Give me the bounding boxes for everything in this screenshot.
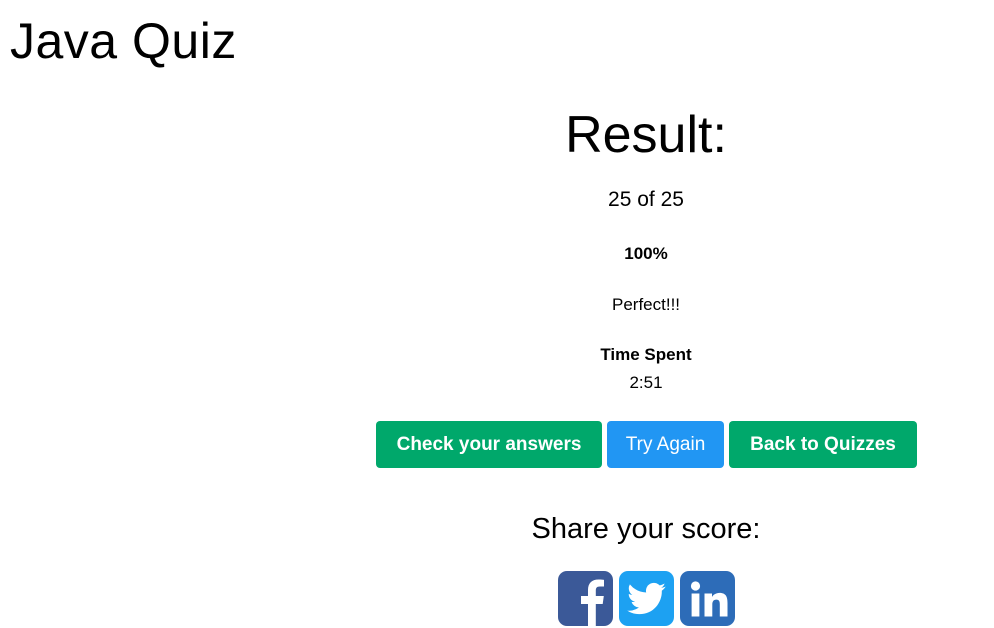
facebook-share-button[interactable] [558, 571, 613, 626]
score-percent: 100% [624, 244, 668, 263]
try-again-button[interactable]: Try Again [607, 421, 724, 468]
check-answers-button[interactable]: Check your answers [376, 421, 602, 468]
back-to-quizzes-button[interactable]: Back to Quizzes [729, 421, 917, 468]
twitter-share-button[interactable] [619, 571, 674, 626]
result-heading: Result: [565, 106, 727, 164]
time-spent-label: Time Spent [600, 345, 692, 364]
linkedin-share-button[interactable] [680, 571, 735, 626]
facebook-icon [581, 579, 604, 626]
share-heading: Share your score: [531, 513, 761, 545]
time-spent-value: 2:51 [629, 373, 663, 392]
score-text: 25 of 25 [608, 188, 684, 211]
result-message: Perfect!!! [611, 295, 681, 314]
page-title: Java Quiz [10, 13, 237, 69]
twitter-icon [627, 582, 666, 615]
result-panel: Result: 25 of 25 100% Perfect!!! Time Sp… [298, 0, 994, 628]
linkedin-icon [690, 581, 728, 617]
